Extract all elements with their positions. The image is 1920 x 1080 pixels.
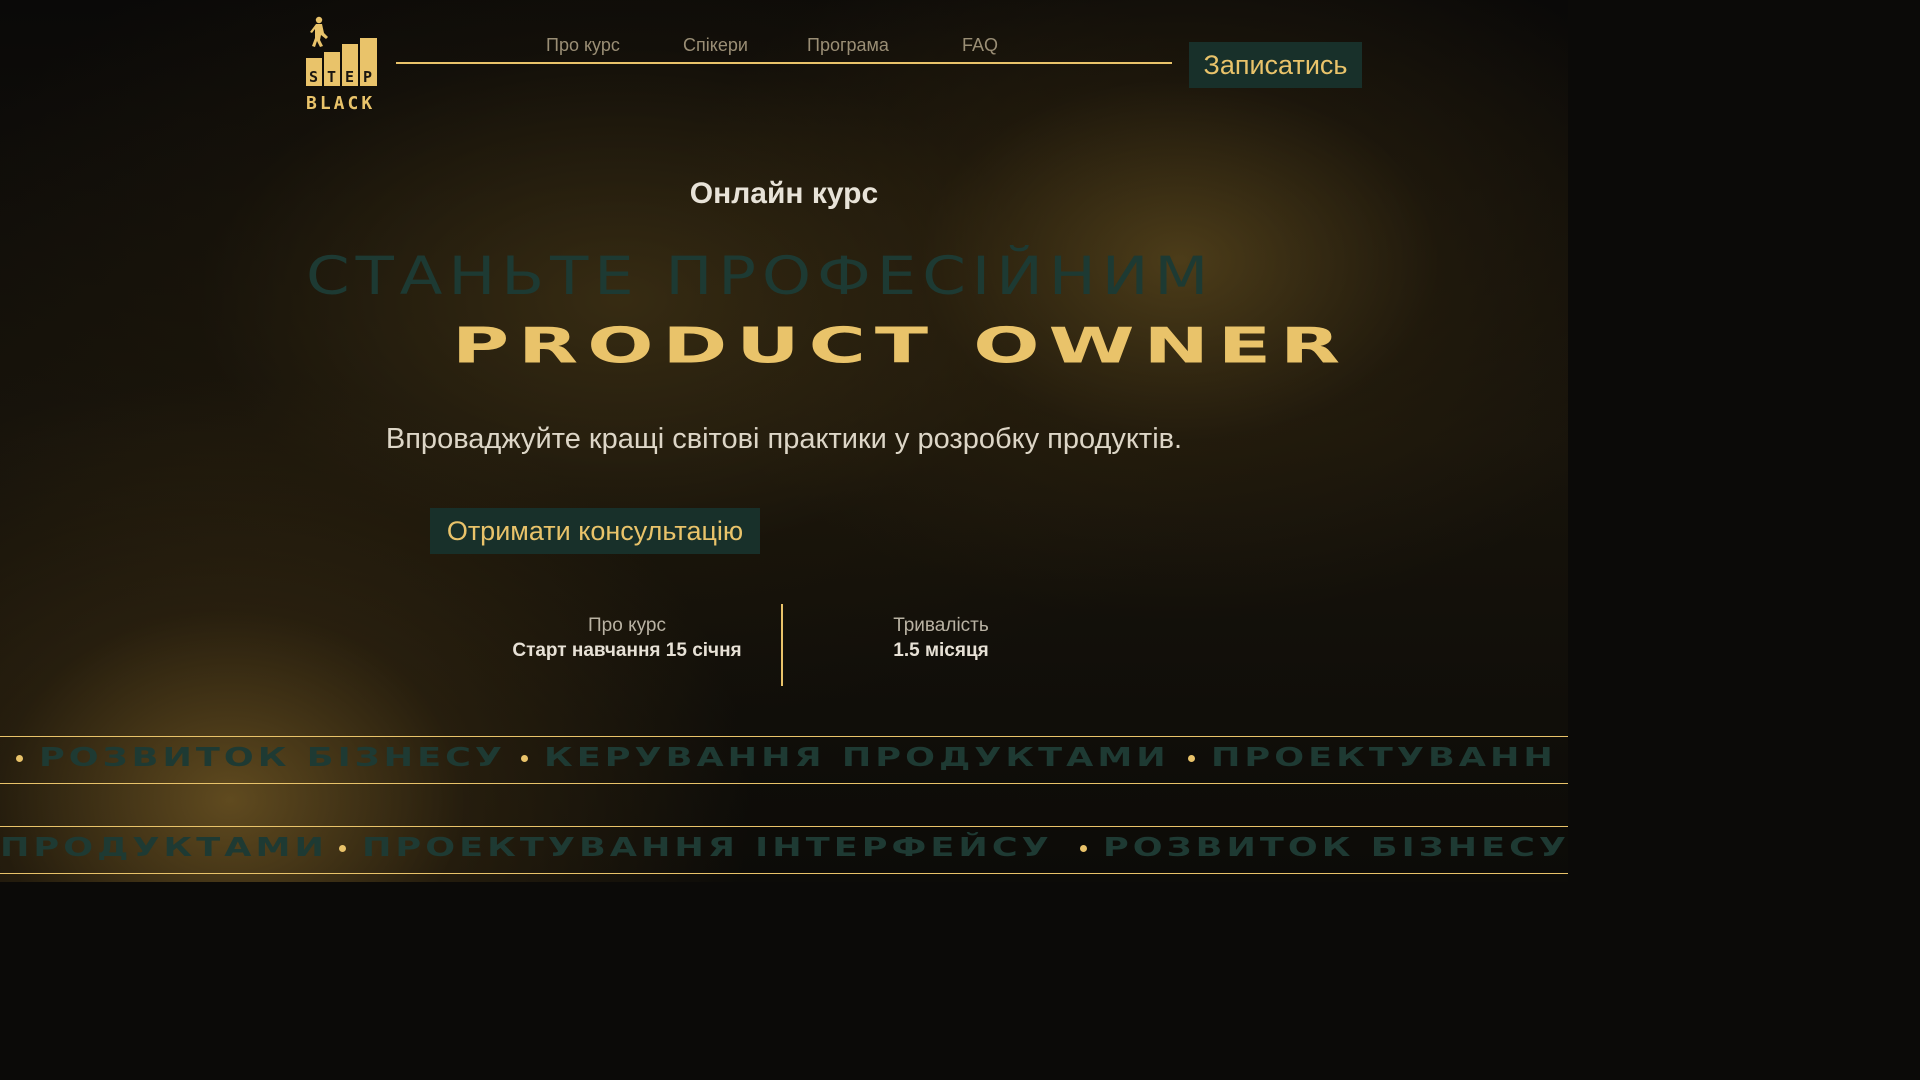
svg-text:T: T bbox=[327, 68, 336, 86]
ticker-item: РОЗВИТОК БІЗНЕСУ bbox=[39, 743, 507, 773]
ticker-top: РОЗВИТОК БІЗНЕСУ КЕРУВАННЯ ПРОДУКТАМИ ПР… bbox=[0, 736, 1568, 784]
svg-text:P: P bbox=[363, 68, 372, 86]
info-divider bbox=[781, 604, 783, 686]
ticker-bottom: ПРОДУКТАМИ ПРОЕКТУВАННЯ ІНТЕРФЕЙСУ РОЗВИ… bbox=[0, 826, 1568, 874]
get-consultation-button[interactable]: Отримати консультацію bbox=[430, 508, 760, 554]
hero-kicker: Онлайн курс bbox=[689, 177, 879, 210]
ticker-item: ПРОЕКТУВАННЯ ІНТЕРФЕЙСУ bbox=[361, 833, 1053, 863]
nav-link-about[interactable]: Про курс bbox=[546, 35, 620, 56]
info-start: Про курс Старт навчання 15 січня bbox=[498, 614, 756, 664]
nav-link-faq[interactable]: FAQ bbox=[962, 35, 998, 56]
ticker-item: КЕРУВАННЯ ПРОДУКТАМИ bbox=[543, 743, 1170, 773]
ticker-dot bbox=[1188, 754, 1196, 762]
nav-divider-line bbox=[396, 62, 1172, 64]
info-duration-label: Тривалість bbox=[893, 615, 989, 636]
ticker-dot bbox=[16, 754, 23, 762]
info-duration-value: 1.5 місяця bbox=[893, 640, 989, 661]
signup-button[interactable]: Записатись bbox=[1189, 42, 1362, 88]
step-black-logo[interactable]: S T E P BLACK bbox=[304, 16, 382, 114]
ticker-item: ПРОДУКТАМИ bbox=[0, 833, 328, 863]
hero-headline-line2: PRODUCT OWNER bbox=[452, 318, 1350, 375]
ticker-dot bbox=[520, 754, 528, 762]
ticker-item: ПРОЕКТУВАНН bbox=[1211, 743, 1558, 773]
ticker-dot bbox=[1079, 844, 1087, 852]
svg-text:S: S bbox=[309, 68, 318, 86]
info-duration: Тривалість 1.5 місяця bbox=[860, 614, 1022, 664]
ticker-item: РОЗВИТОК БІЗНЕСУ bbox=[1102, 833, 1568, 863]
nav-link-program[interactable]: Програма bbox=[807, 35, 889, 56]
svg-text:E: E bbox=[345, 68, 354, 86]
info-start-value: Старт навчання 15 січня bbox=[512, 640, 742, 661]
ticker-dot bbox=[338, 844, 346, 852]
nav-link-speakers[interactable]: Спікери bbox=[683, 35, 748, 56]
hero-headline-line1: СТАНЬТЕ ПРОФЕСІЙНИМ bbox=[306, 246, 1215, 307]
hero-subtitle: Впроваджуйте кращі світові практики у ро… bbox=[385, 423, 1183, 455]
logo-black-text: BLACK bbox=[306, 93, 375, 114]
info-start-label: Про курс bbox=[588, 615, 666, 636]
